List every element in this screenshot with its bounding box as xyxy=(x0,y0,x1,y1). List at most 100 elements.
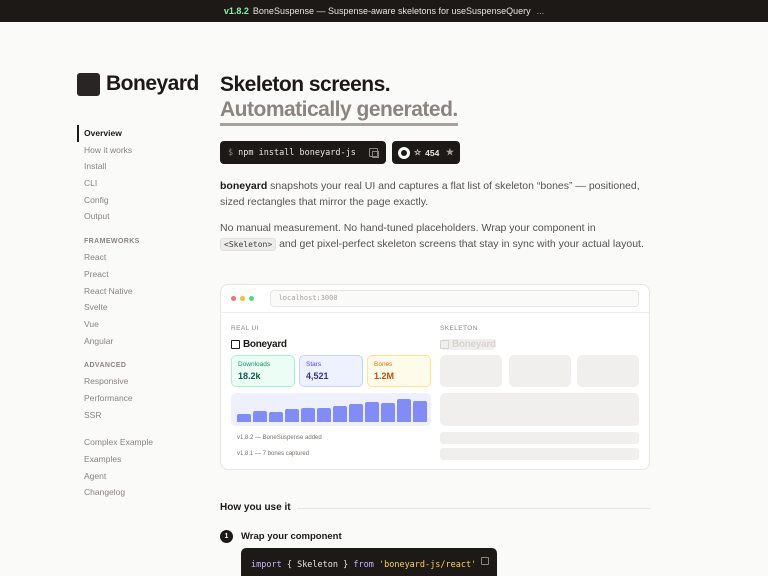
sidebar-item-output[interactable]: Output xyxy=(77,208,187,225)
banner-text: BoneSuspense — Suspense-aware skeletons … xyxy=(252,6,531,16)
sidebar-item-config[interactable]: Config xyxy=(77,192,187,209)
log-line: v1.8.1 — 7 bones captured xyxy=(237,451,310,457)
chart-bar xyxy=(365,402,379,422)
intro-p2-before: No manual measurement. No hand-tuned pla… xyxy=(220,222,596,234)
hero-subtitle: Automatically generated. xyxy=(220,97,458,126)
logo-text: Boneyard xyxy=(106,72,199,95)
star-icon: ★ xyxy=(445,147,454,157)
star-prefix-icon: ☆ xyxy=(414,148,422,157)
sidebar-item-react[interactable]: React xyxy=(77,249,187,266)
github-icon xyxy=(398,146,410,159)
skeleton-brand-text: Boneyard xyxy=(452,339,496,350)
github-star-count: 454 xyxy=(425,147,440,158)
sidebar-item-responsive[interactable]: Responsive xyxy=(77,373,187,390)
sidebar-item-react-native[interactable]: React Native xyxy=(77,283,187,300)
skeleton-bone xyxy=(509,355,571,387)
stat-card: Downloads 18.2k xyxy=(231,355,295,387)
chart-bar xyxy=(397,399,411,422)
demo-browser-window: localhost:3000 REAL UI SKELETON Boneyard… xyxy=(220,284,650,470)
stat-card: Bones 1.2M xyxy=(367,355,431,387)
chart-bar xyxy=(285,409,299,422)
demo-brand: Boneyard xyxy=(231,339,287,350)
stat-value: 4,521 xyxy=(306,371,329,381)
skeleton-bone xyxy=(440,432,639,444)
sidebar-item-ssr[interactable]: SSR xyxy=(77,407,187,424)
demo-logo-icon xyxy=(231,340,240,349)
stat-label: Downloads xyxy=(238,361,271,368)
sidebar-item-performance[interactable]: Performance xyxy=(77,390,187,407)
step-title: Wrap your component xyxy=(241,531,342,542)
section-divider xyxy=(297,508,650,509)
close-dot-icon xyxy=(231,296,236,301)
skeleton-bone xyxy=(440,355,502,387)
sidebar-item-angular[interactable]: Angular xyxy=(77,333,187,350)
demo-brand-text: Boneyard xyxy=(243,339,287,350)
section-heading: How you use it xyxy=(220,502,291,513)
sidebar-item-vue[interactable]: Vue xyxy=(77,316,187,333)
github-stars-button[interactable]: ☆ 454 ★ xyxy=(392,141,460,164)
intro-p2-after: and get pixel-perfect skeleton screens t… xyxy=(276,237,644,250)
sidebar-item-complex-example[interactable]: Complex Example xyxy=(77,434,187,451)
minimize-dot-icon xyxy=(239,296,245,301)
browser-toolbar: localhost:3000 xyxy=(221,285,649,313)
code-keyword: import xyxy=(251,560,282,570)
chart-bar xyxy=(237,414,251,422)
chart-bar xyxy=(253,411,267,422)
skeleton-brand: Boneyard xyxy=(440,339,496,350)
banner-version: v1.8.2 xyxy=(223,6,249,16)
stat-value: 18.2k xyxy=(238,371,261,381)
chart-bar xyxy=(413,401,427,422)
stat-label: Bones xyxy=(374,361,393,368)
sidebar-item-install[interactable]: Install xyxy=(77,158,187,175)
intro-paragraph-2: No manual measurement. No hand-tuned pla… xyxy=(220,221,650,252)
chart-bar xyxy=(381,403,395,422)
stat-card: Stars 4,521 xyxy=(299,355,363,387)
maximize-dot-icon xyxy=(248,296,254,301)
intro-paragraph-1: boneyard snapshots your real UI and capt… xyxy=(220,179,640,210)
skeleton-logo-icon xyxy=(440,340,449,349)
install-command-text: npm install boneyard-js xyxy=(238,147,356,158)
sidebar-item-changelog[interactable]: Changelog xyxy=(77,484,187,501)
hero-title: Skeleton screens. xyxy=(220,73,391,96)
announcement-banner[interactable]: v1.8.2 BoneSuspense — Suspense-aware ske… xyxy=(0,0,768,22)
sidebar-item-cli[interactable]: CLI xyxy=(77,175,187,192)
sidebar-item-preact[interactable]: Preact xyxy=(77,266,187,283)
stat-value: 1.2M xyxy=(374,371,395,381)
address-bar[interactable]: localhost:3000 xyxy=(269,290,639,307)
chart-bar xyxy=(269,412,283,422)
chart-bar xyxy=(317,408,331,422)
chart-bar xyxy=(301,408,315,422)
skeleton-bone xyxy=(440,448,639,460)
code-block: import { Skeleton } from 'boneyard-js/re… xyxy=(241,548,497,576)
sidebar-nav: Overview How it works Install CLI Config Outp… xyxy=(77,125,187,501)
install-prompt: $ xyxy=(228,147,234,158)
step-number: 1 xyxy=(220,530,233,543)
skeleton-label: SKELETON xyxy=(440,325,478,332)
code-text: { Skeleton } xyxy=(281,560,354,570)
sidebar-heading-frameworks: FRAMEWORKS xyxy=(84,238,140,246)
intro-p1-text: snapshots your real UI and captures a fl… xyxy=(220,180,640,208)
inline-code-skeleton: <Skeleton> xyxy=(220,237,277,251)
copy-icon[interactable] xyxy=(369,148,379,158)
real-ui-label: REAL UI xyxy=(231,325,259,332)
chart-bar xyxy=(349,404,363,422)
log-line: v1.8.2 — BoneSuspense added xyxy=(237,435,322,441)
skeleton-bone xyxy=(577,355,639,387)
sidebar-item-svelte[interactable]: Svelte xyxy=(77,299,187,316)
install-command[interactable]: $ npm install boneyard-js xyxy=(220,141,386,164)
demo-bar-chart xyxy=(231,393,431,426)
logo[interactable]: Boneyard xyxy=(77,72,199,96)
stat-label: Stars xyxy=(306,361,322,368)
sidebar-item-overview[interactable]: Overview xyxy=(77,125,187,142)
code-string: 'boneyard-js/react' xyxy=(373,560,477,570)
sidebar-item-agent[interactable]: Agent xyxy=(77,468,187,485)
chart-bar xyxy=(333,406,347,422)
intro-brand: boneyard xyxy=(220,180,268,192)
code-keyword: from xyxy=(353,560,374,570)
banner-trail: ... xyxy=(536,6,545,16)
skeleton-bone xyxy=(440,393,639,426)
logo-mark-icon xyxy=(77,72,100,96)
sidebar-item-examples[interactable]: Examples xyxy=(77,451,187,468)
copy-code-icon[interactable] xyxy=(481,557,489,565)
sidebar-item-how-it-works[interactable]: How it works xyxy=(77,142,187,159)
